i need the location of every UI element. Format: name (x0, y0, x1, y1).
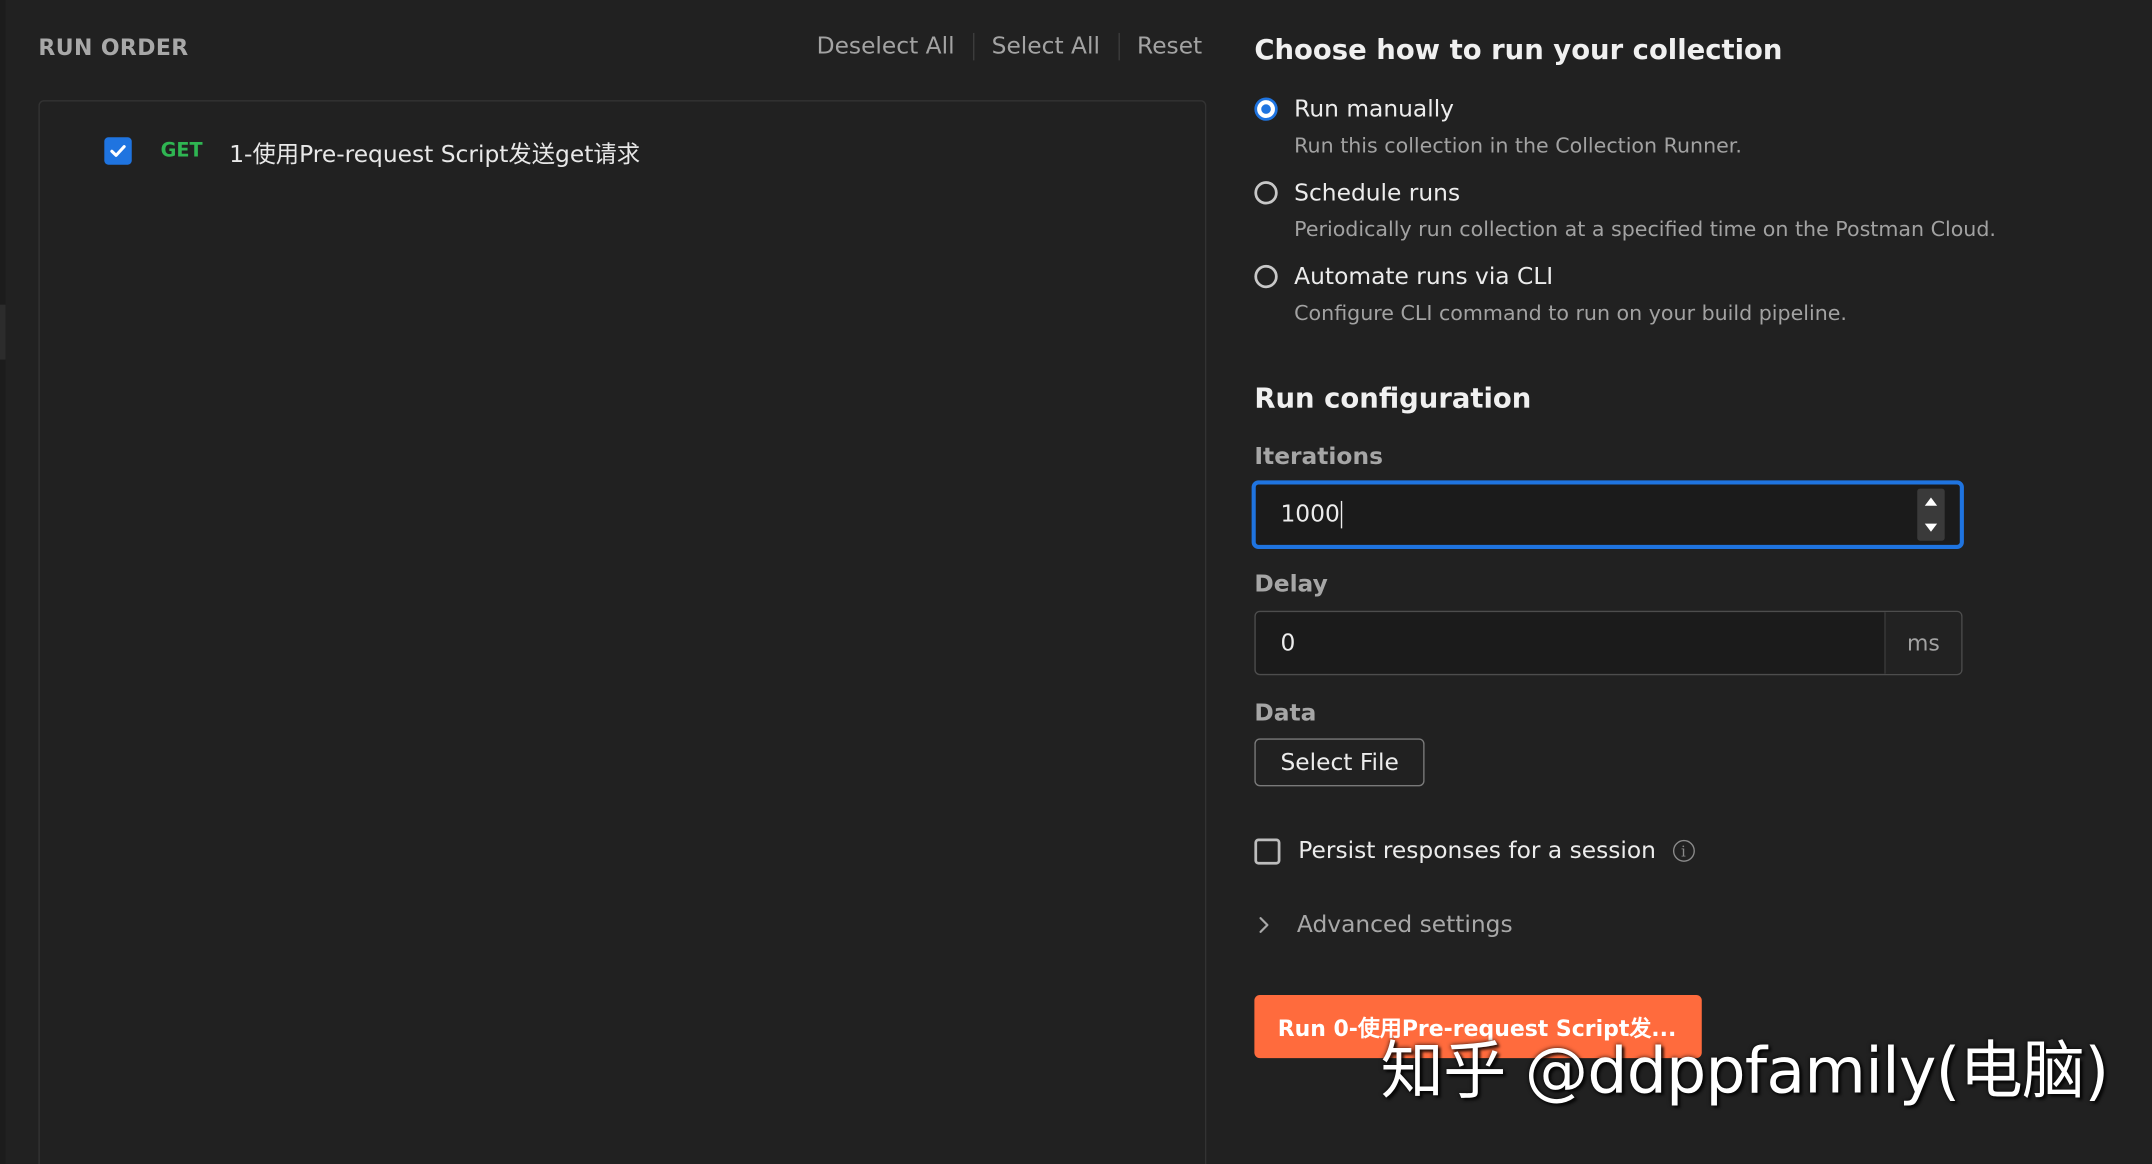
select-file-button[interactable]: Select File (1254, 738, 1425, 786)
select-all-button[interactable]: Select All (989, 33, 1103, 60)
radio-label: Automate runs via CLI (1294, 264, 1847, 291)
triangle-down-icon (1924, 523, 1938, 533)
stepper-up-button[interactable] (1917, 489, 1944, 515)
radio-run-manually[interactable]: Run manually Run this collection in the … (1254, 96, 1742, 158)
collection-runner: RUN ORDER Deselect All Select All Reset … (0, 0, 2152, 1164)
reset-button[interactable]: Reset (1134, 33, 1205, 60)
delay-input[interactable]: 0 ms (1254, 611, 1962, 676)
request-name: 1-使用Pre-request Script发送get请求 (229, 134, 640, 168)
iterations-value-text: 1000 (1280, 501, 1339, 528)
run-order-title: RUN ORDER (38, 34, 188, 60)
request-list-panel (38, 100, 1206, 1164)
radio-schedule-runs[interactable]: Schedule runs Periodically run collectio… (1254, 180, 1996, 242)
divider (972, 33, 973, 60)
data-label: Data (1254, 700, 1316, 727)
radio-automate-cli[interactable]: Automate runs via CLI Configure CLI comm… (1254, 264, 1847, 326)
run-config-heading: Run configuration (1254, 382, 1531, 415)
text-cursor (1341, 501, 1342, 528)
info-icon[interactable]: i (1672, 840, 1694, 862)
delay-value: 0 (1280, 630, 1295, 657)
deselect-all-button[interactable]: Deselect All (814, 33, 957, 60)
run-mode-heading: Choose how to run your collection (1254, 33, 1782, 66)
radio-description: Configure CLI command to run on your bui… (1294, 301, 1847, 326)
check-icon (108, 141, 127, 160)
iterations-value: 1000 (1280, 501, 1342, 528)
request-row[interactable]: GET 1-使用Pre-request Script发送get请求 (104, 134, 640, 167)
watermark-text: 知乎 @ddppfamily(电脑) (1381, 1021, 2109, 1112)
request-checkbox[interactable] (104, 137, 131, 164)
advanced-settings-label: Advanced settings (1297, 911, 1513, 938)
radio-description: Run this collection in the Collection Ru… (1294, 133, 1742, 158)
left-edge-strip (0, 0, 5, 1164)
chevron-right-icon (1257, 915, 1271, 934)
delay-unit: ms (1884, 612, 1961, 674)
triangle-up-icon (1924, 497, 1938, 507)
request-method-badge: GET (161, 140, 201, 162)
radio-label: Schedule runs (1294, 180, 1996, 207)
persist-responses-checkbox[interactable] (1254, 838, 1280, 864)
iterations-label: Iterations (1254, 443, 1383, 470)
iterations-input[interactable]: 1000 (1252, 480, 1964, 549)
run-order-actions: Deselect All Select All Reset (814, 33, 1205, 60)
advanced-settings-toggle[interactable]: Advanced settings (1257, 911, 1513, 938)
resize-handle[interactable] (0, 305, 5, 360)
radio-button[interactable] (1254, 181, 1277, 204)
radio-description: Periodically run collection at a specifi… (1294, 217, 1996, 242)
stepper-down-button[interactable] (1917, 515, 1944, 541)
divider (1118, 33, 1119, 60)
persist-responses-row[interactable]: Persist responses for a session i (1254, 837, 1694, 864)
delay-label: Delay (1254, 571, 1327, 598)
radio-button[interactable] (1254, 265, 1277, 288)
radio-button-selected[interactable] (1254, 97, 1277, 120)
iterations-stepper[interactable] (1917, 489, 1944, 541)
radio-label: Run manually (1294, 96, 1742, 123)
persist-responses-label: Persist responses for a session (1298, 837, 1656, 864)
